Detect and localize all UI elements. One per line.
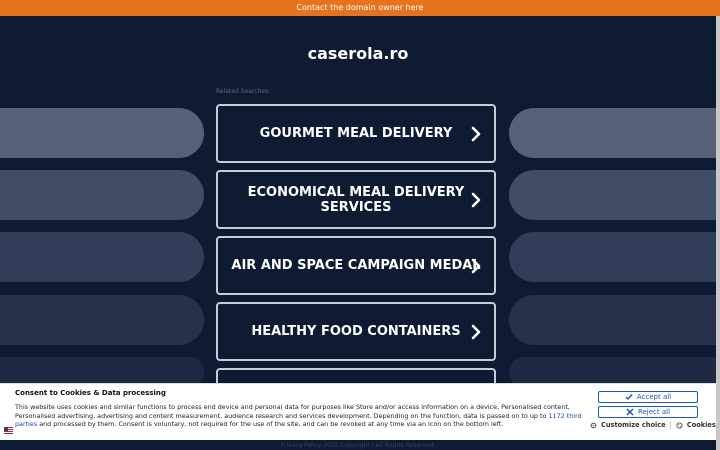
consent-text-part1: This website uses cookies and similar fu… (15, 403, 570, 420)
options-separator: | (669, 421, 672, 429)
accept-all-label: Accept all (636, 393, 672, 401)
chevron-right-icon (471, 126, 481, 141)
decor-left-2 (0, 170, 204, 220)
consent-text: This website uses cookies and similar fu… (15, 403, 583, 429)
flag-icon[interactable] (4, 427, 13, 434)
gear-icon (590, 422, 597, 428)
scrollbar[interactable] (716, 16, 720, 450)
customize-choice-link[interactable]: Customize choice (601, 421, 666, 429)
cookies-link[interactable]: Cookies (687, 421, 716, 429)
footer-copyright: Privacy Policy 2025 Copyright | All Righ… (280, 442, 436, 449)
chevron-right-icon (471, 258, 481, 273)
decor-right-3 (509, 232, 716, 282)
decor-left-1 (0, 108, 204, 158)
related-searches-label: Related Searches: (216, 88, 271, 95)
reject-all-button[interactable]: Reject all (598, 406, 698, 418)
contact-owner-bar[interactable]: Contact the domain owner here (0, 0, 720, 16)
related-link-label: AIR AND SPACE CAMPAIGN MEDAL (231, 258, 481, 273)
decor-left-3 (0, 232, 204, 282)
domain-title: caserola.ro (307, 44, 409, 63)
consent-secondary-options: Customize choice | Cookies (590, 421, 716, 429)
consent-title: Consent to Cookies & Data processing (15, 389, 166, 397)
check-icon (625, 394, 633, 401)
decor-right-2 (509, 170, 716, 220)
contact-owner-link[interactable]: Contact the domain owner here (296, 3, 423, 12)
consent-text-part2: and processed by them. Consent is volunt… (37, 420, 504, 429)
related-link-label: HEALTHY FOOD CONTAINERS (251, 324, 461, 339)
chevron-right-icon (471, 192, 481, 207)
close-icon (626, 408, 634, 416)
cookie-consent-banner: Consent to Cookies & Data processing Thi… (0, 383, 716, 440)
related-link-gourmet-meal-delivery[interactable]: GOURMET MEAL DELIVERY (216, 104, 496, 163)
chevron-right-icon (471, 324, 481, 339)
cookie-icon (676, 421, 683, 429)
reject-all-label: Reject all (637, 408, 671, 416)
decor-right-1 (509, 108, 716, 158)
related-link-label: GOURMET MEAL DELIVERY (259, 126, 453, 141)
related-link-economical-meal-delivery[interactable]: ECONOMICAL MEAL DELIVERY SERVICES (216, 170, 496, 229)
related-link-air-space-campaign-medal[interactable]: AIR AND SPACE CAMPAIGN MEDAL (216, 236, 496, 295)
related-link-healthy-food-containers[interactable]: HEALTHY FOOD CONTAINERS (216, 302, 496, 361)
decor-right-4 (509, 295, 716, 345)
decor-left-4 (0, 295, 204, 345)
accept-all-button[interactable]: Accept all (598, 391, 698, 403)
related-link-label: ECONOMICAL MEAL DELIVERY SERVICES (247, 184, 465, 215)
